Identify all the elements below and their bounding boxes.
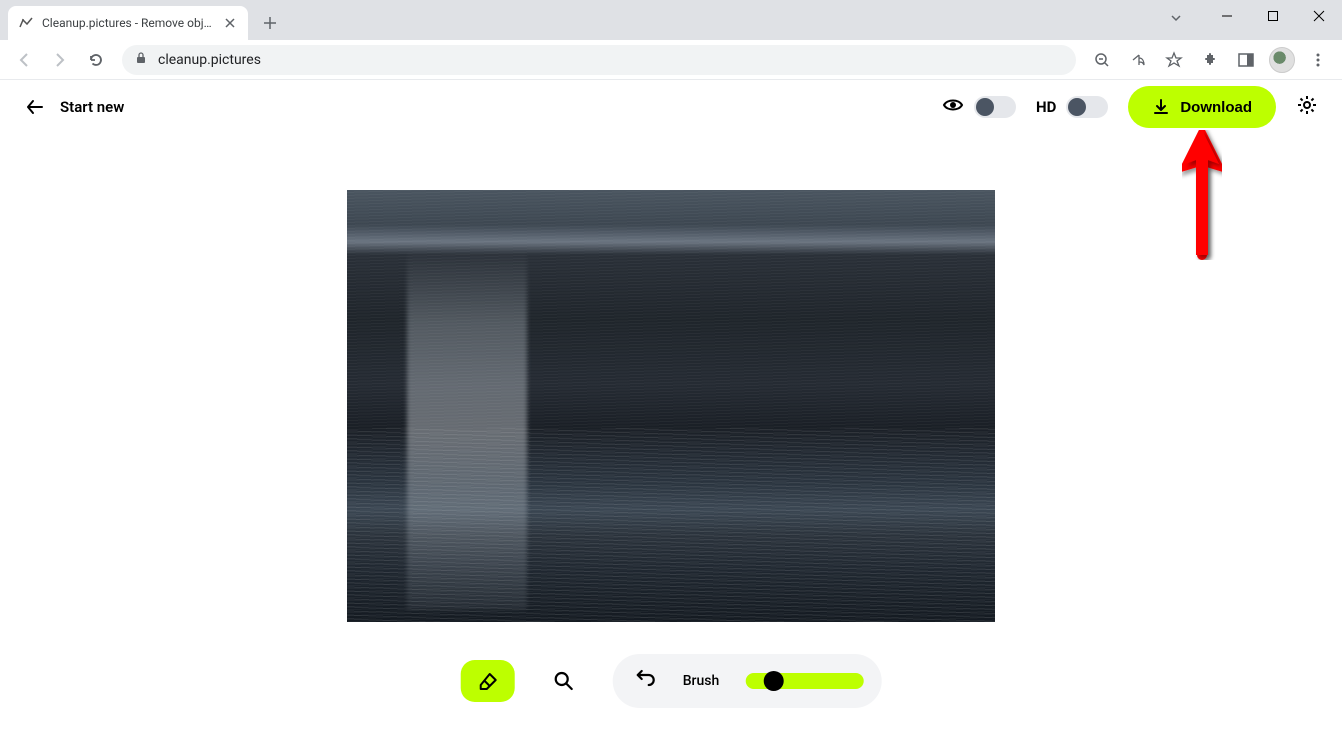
- eye-icon: [942, 94, 964, 120]
- gear-icon[interactable]: [1296, 94, 1318, 120]
- preview-toggle[interactable]: [974, 96, 1016, 118]
- window-controls: [1204, 0, 1342, 32]
- profile-avatar[interactable]: [1266, 44, 1298, 76]
- close-icon[interactable]: [222, 15, 238, 31]
- favicon-icon: [18, 15, 34, 31]
- tab-search-button[interactable]: [1160, 6, 1192, 30]
- download-icon: [1152, 98, 1170, 116]
- preview-toggle-group: [942, 94, 1016, 120]
- hd-toggle[interactable]: [1066, 96, 1108, 118]
- reload-button[interactable]: [80, 44, 112, 76]
- canvas-area: [0, 134, 1342, 622]
- forward-button[interactable]: [44, 44, 76, 76]
- maximize-button[interactable]: [1250, 0, 1296, 32]
- header-right: HD Download: [942, 86, 1318, 128]
- arrow-left-icon: [24, 96, 46, 118]
- start-new-label: Start new: [60, 98, 124, 116]
- app-header: Start new HD Download: [0, 80, 1342, 134]
- brush-panel: Brush: [613, 654, 882, 708]
- slider-knob[interactable]: [763, 671, 783, 691]
- zoom-icon[interactable]: [1086, 44, 1118, 76]
- hd-toggle-group: HD: [1036, 96, 1108, 118]
- search-icon: [554, 671, 574, 691]
- eraser-tool-button[interactable]: [461, 660, 515, 702]
- lock-icon: [134, 50, 148, 69]
- start-new-button[interactable]: Start new: [24, 96, 124, 118]
- image-canvas[interactable]: [347, 190, 995, 622]
- eraser-icon: [477, 670, 499, 692]
- download-label: Download: [1180, 99, 1252, 116]
- url-text: cleanup.pictures: [158, 52, 1064, 68]
- close-window-button[interactable]: [1296, 0, 1342, 32]
- star-icon[interactable]: [1158, 44, 1190, 76]
- browser-tab[interactable]: Cleanup.pictures - Remove objec: [8, 6, 248, 40]
- hd-label: HD: [1036, 98, 1056, 116]
- tab-bar: Cleanup.pictures - Remove objec: [0, 0, 1342, 40]
- undo-button[interactable]: [635, 668, 657, 694]
- browser-chrome: Cleanup.pictures - Remove objec: [0, 0, 1342, 80]
- tab-title: Cleanup.pictures - Remove objec: [42, 16, 214, 30]
- download-button[interactable]: Download: [1128, 86, 1276, 128]
- back-button[interactable]: [8, 44, 40, 76]
- share-icon[interactable]: [1122, 44, 1154, 76]
- address-bar[interactable]: cleanup.pictures: [122, 45, 1076, 75]
- sidepanel-icon[interactable]: [1230, 44, 1262, 76]
- minimize-button[interactable]: [1204, 0, 1250, 32]
- undo-icon: [635, 668, 657, 690]
- extensions-icon[interactable]: [1194, 44, 1226, 76]
- address-bar-row: cleanup.pictures: [0, 40, 1342, 80]
- menu-icon[interactable]: [1302, 44, 1334, 76]
- brush-label: Brush: [683, 673, 720, 689]
- bottom-toolbar: Brush: [461, 654, 882, 708]
- brush-size-slider[interactable]: [745, 673, 863, 689]
- new-tab-button[interactable]: [256, 9, 284, 37]
- zoom-tool-button[interactable]: [537, 660, 591, 702]
